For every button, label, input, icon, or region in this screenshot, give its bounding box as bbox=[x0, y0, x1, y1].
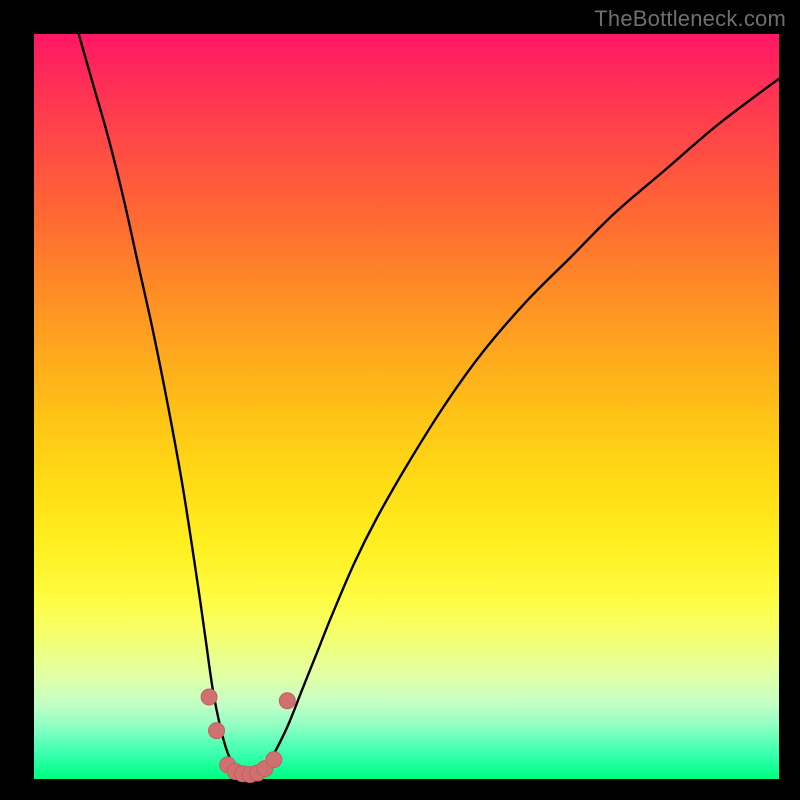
bottleneck-curve bbox=[79, 34, 779, 775]
chart-frame: TheBottleneck.com bbox=[0, 0, 800, 800]
curve-marker bbox=[209, 723, 225, 739]
curve-marker bbox=[279, 693, 295, 709]
plot-area bbox=[34, 34, 779, 779]
curve-marker bbox=[201, 689, 217, 705]
curve-marker bbox=[266, 752, 282, 768]
watermark-text: TheBottleneck.com bbox=[594, 6, 786, 32]
curve-layer bbox=[34, 34, 779, 779]
